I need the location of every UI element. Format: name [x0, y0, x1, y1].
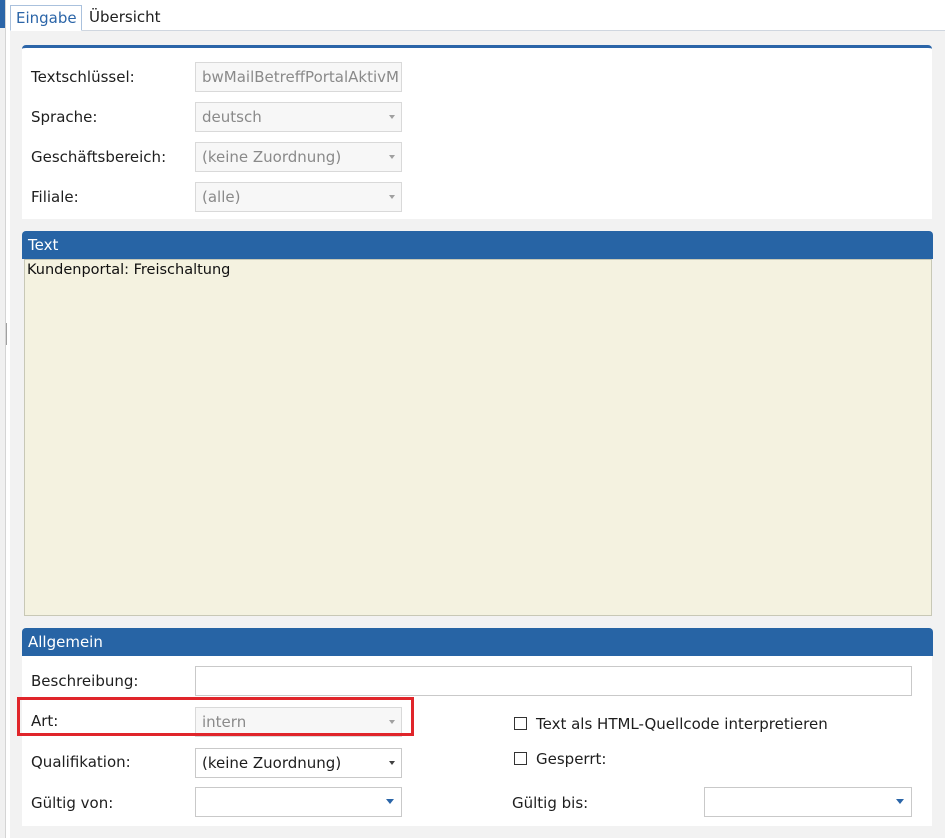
chevron-down-icon	[389, 761, 395, 765]
text-editor[interactable]: Kundenportal: Freischaltung	[24, 259, 932, 616]
chevron-down-icon	[389, 155, 395, 159]
gueltig-von-datepicker[interactable]	[195, 787, 402, 817]
text-section-header: Text	[22, 231, 933, 259]
tab-eingabe[interactable]: Eingabe	[10, 5, 82, 31]
qualifikation-select[interactable]: (keine Zuordnung)	[195, 748, 402, 778]
allgemein-section-header: Allgemein	[22, 628, 933, 656]
text-content: Kundenportal: Freischaltung	[27, 262, 231, 278]
left-frame-accent	[0, 0, 5, 28]
html-checkbox[interactable]	[514, 717, 527, 730]
geschaeftsbereich-select[interactable]: (keine Zuordnung)	[195, 142, 402, 172]
sprache-value: deutsch	[202, 108, 262, 126]
tab-uebersicht[interactable]: Übersicht	[84, 5, 174, 31]
qualifikation-value: (keine Zuordnung)	[202, 754, 342, 772]
chevron-down-icon	[389, 115, 395, 119]
sprache-select[interactable]: deutsch	[195, 102, 402, 132]
beschreibung-label: Beschreibung:	[31, 672, 139, 690]
gueltig-bis-label: Gültig bis:	[512, 794, 589, 812]
sprache-label: Sprache:	[31, 108, 98, 126]
html-checkbox-label[interactable]: Text als HTML-Quellcode interpretieren	[536, 715, 828, 733]
qualifikation-label: Qualifikation:	[31, 753, 131, 771]
geschaeftsbereich-value: (keine Zuordnung)	[202, 148, 342, 166]
left-frame-strip	[0, 0, 6, 838]
textschluessel-value: bwMailBetreffPortalAktivM	[202, 68, 399, 86]
geschaeftsbereich-label: Geschäftsbereich:	[31, 148, 167, 166]
calendar-dropdown-icon[interactable]	[386, 799, 394, 804]
chevron-down-icon	[389, 195, 395, 199]
red-highlight-box	[17, 697, 414, 736]
gueltig-bis-datepicker[interactable]	[704, 787, 912, 817]
filiale-select[interactable]: (alle)	[195, 182, 402, 212]
filiale-value: (alle)	[202, 188, 241, 206]
gesperrt-checkbox[interactable]	[514, 752, 527, 765]
gesperrt-label[interactable]: Gesperrt:	[536, 750, 606, 768]
calendar-dropdown-icon[interactable]	[896, 799, 904, 804]
tab-strip: Eingabe Übersicht	[10, 0, 945, 31]
textschluessel-field[interactable]: bwMailBetreffPortalAktivM	[195, 62, 402, 92]
top-form-panel	[22, 45, 932, 219]
beschreibung-input[interactable]	[195, 666, 912, 696]
gueltig-von-label: Gültig von:	[31, 794, 114, 812]
filiale-label: Filiale:	[31, 188, 79, 206]
textschluessel-label: Textschlüssel:	[31, 68, 135, 86]
